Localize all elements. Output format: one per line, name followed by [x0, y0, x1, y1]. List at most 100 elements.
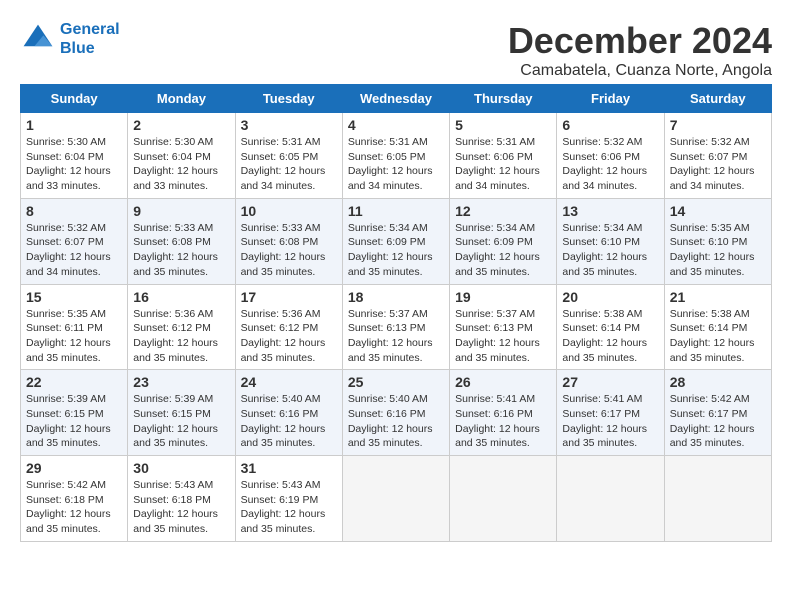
daylight-label: Daylight: 12 hours and 35 minutes.	[670, 251, 755, 278]
calendar-cell: 5 Sunrise: 5:31 AM Sunset: 6:06 PM Dayli…	[450, 113, 557, 199]
sunrise-label: Sunrise: 5:32 AM	[670, 136, 750, 148]
sunrise-label: Sunrise: 5:40 AM	[348, 393, 428, 405]
day-info: Sunrise: 5:32 AM Sunset: 6:06 PM Dayligh…	[562, 135, 658, 194]
sunset-label: Sunset: 6:16 PM	[348, 408, 426, 420]
sunset-label: Sunset: 6:14 PM	[670, 322, 748, 334]
calendar-cell: 27 Sunrise: 5:41 AM Sunset: 6:17 PM Dayl…	[557, 370, 664, 456]
day-number: 5	[455, 117, 551, 133]
day-info: Sunrise: 5:40 AM Sunset: 6:16 PM Dayligh…	[241, 392, 337, 451]
sunset-label: Sunset: 6:08 PM	[241, 236, 319, 248]
sunrise-label: Sunrise: 5:33 AM	[133, 222, 213, 234]
day-info: Sunrise: 5:43 AM Sunset: 6:19 PM Dayligh…	[241, 478, 337, 537]
calendar-cell	[557, 456, 664, 542]
day-info: Sunrise: 5:33 AM Sunset: 6:08 PM Dayligh…	[241, 221, 337, 280]
sunrise-label: Sunrise: 5:33 AM	[241, 222, 321, 234]
logo-text: General Blue	[60, 20, 120, 58]
day-number: 15	[26, 289, 122, 305]
sunrise-label: Sunrise: 5:37 AM	[348, 308, 428, 320]
calendar-cell: 17 Sunrise: 5:36 AM Sunset: 6:12 PM Dayl…	[235, 284, 342, 370]
day-info: Sunrise: 5:37 AM Sunset: 6:13 PM Dayligh…	[348, 307, 444, 366]
calendar-week-5: 29 Sunrise: 5:42 AM Sunset: 6:18 PM Dayl…	[21, 456, 772, 542]
day-info: Sunrise: 5:39 AM Sunset: 6:15 PM Dayligh…	[133, 392, 229, 451]
day-number: 21	[670, 289, 766, 305]
daylight-label: Daylight: 12 hours and 35 minutes.	[133, 337, 218, 364]
sunset-label: Sunset: 6:12 PM	[241, 322, 319, 334]
day-info: Sunrise: 5:32 AM Sunset: 6:07 PM Dayligh…	[26, 221, 122, 280]
day-number: 14	[670, 203, 766, 219]
day-number: 7	[670, 117, 766, 133]
day-number: 25	[348, 374, 444, 390]
title-section: December 2024 Camabatela, Cuanza Norte, …	[508, 20, 772, 80]
sunset-label: Sunset: 6:04 PM	[133, 151, 211, 163]
sunrise-label: Sunrise: 5:30 AM	[26, 136, 106, 148]
daylight-label: Daylight: 12 hours and 35 minutes.	[26, 423, 111, 450]
sunset-label: Sunset: 6:06 PM	[455, 151, 533, 163]
day-info: Sunrise: 5:43 AM Sunset: 6:18 PM Dayligh…	[133, 478, 229, 537]
day-info: Sunrise: 5:35 AM Sunset: 6:10 PM Dayligh…	[670, 221, 766, 280]
sunrise-label: Sunrise: 5:32 AM	[26, 222, 106, 234]
logo-icon	[20, 21, 56, 57]
daylight-label: Daylight: 12 hours and 35 minutes.	[455, 251, 540, 278]
sunrise-label: Sunrise: 5:43 AM	[241, 479, 321, 491]
day-number: 6	[562, 117, 658, 133]
daylight-label: Daylight: 12 hours and 35 minutes.	[241, 337, 326, 364]
calendar-cell: 4 Sunrise: 5:31 AM Sunset: 6:05 PM Dayli…	[342, 113, 449, 199]
daylight-label: Daylight: 12 hours and 35 minutes.	[348, 251, 433, 278]
day-number: 10	[241, 203, 337, 219]
daylight-label: Daylight: 12 hours and 33 minutes.	[133, 165, 218, 192]
sunrise-label: Sunrise: 5:38 AM	[562, 308, 642, 320]
day-info: Sunrise: 5:31 AM Sunset: 6:06 PM Dayligh…	[455, 135, 551, 194]
calendar-cell: 25 Sunrise: 5:40 AM Sunset: 6:16 PM Dayl…	[342, 370, 449, 456]
daylight-label: Daylight: 12 hours and 35 minutes.	[133, 423, 218, 450]
daylight-label: Daylight: 12 hours and 35 minutes.	[241, 508, 326, 535]
day-number: 30	[133, 460, 229, 476]
calendar-cell: 21 Sunrise: 5:38 AM Sunset: 6:14 PM Dayl…	[664, 284, 771, 370]
daylight-label: Daylight: 12 hours and 34 minutes.	[455, 165, 540, 192]
sunrise-label: Sunrise: 5:32 AM	[562, 136, 642, 148]
calendar-cell: 9 Sunrise: 5:33 AM Sunset: 6:08 PM Dayli…	[128, 198, 235, 284]
day-number: 4	[348, 117, 444, 133]
calendar-cell: 29 Sunrise: 5:42 AM Sunset: 6:18 PM Dayl…	[21, 456, 128, 542]
daylight-label: Daylight: 12 hours and 35 minutes.	[241, 423, 326, 450]
calendar-cell: 20 Sunrise: 5:38 AM Sunset: 6:14 PM Dayl…	[557, 284, 664, 370]
day-info: Sunrise: 5:30 AM Sunset: 6:04 PM Dayligh…	[26, 135, 122, 194]
calendar-cell: 31 Sunrise: 5:43 AM Sunset: 6:19 PM Dayl…	[235, 456, 342, 542]
header-friday: Friday	[557, 85, 664, 113]
sunrise-label: Sunrise: 5:31 AM	[241, 136, 321, 148]
sunrise-label: Sunrise: 5:39 AM	[26, 393, 106, 405]
calendar-week-1: 1 Sunrise: 5:30 AM Sunset: 6:04 PM Dayli…	[21, 113, 772, 199]
sunset-label: Sunset: 6:05 PM	[241, 151, 319, 163]
day-info: Sunrise: 5:38 AM Sunset: 6:14 PM Dayligh…	[562, 307, 658, 366]
day-info: Sunrise: 5:40 AM Sunset: 6:16 PM Dayligh…	[348, 392, 444, 451]
sunset-label: Sunset: 6:09 PM	[455, 236, 533, 248]
calendar-cell: 26 Sunrise: 5:41 AM Sunset: 6:16 PM Dayl…	[450, 370, 557, 456]
day-number: 2	[133, 117, 229, 133]
day-number: 3	[241, 117, 337, 133]
daylight-label: Daylight: 12 hours and 35 minutes.	[133, 251, 218, 278]
day-number: 17	[241, 289, 337, 305]
day-number: 11	[348, 203, 444, 219]
calendar-cell: 3 Sunrise: 5:31 AM Sunset: 6:05 PM Dayli…	[235, 113, 342, 199]
sunrise-label: Sunrise: 5:31 AM	[348, 136, 428, 148]
sunrise-label: Sunrise: 5:34 AM	[562, 222, 642, 234]
day-number: 24	[241, 374, 337, 390]
calendar-cell: 2 Sunrise: 5:30 AM Sunset: 6:04 PM Dayli…	[128, 113, 235, 199]
sunrise-label: Sunrise: 5:37 AM	[455, 308, 535, 320]
sunset-label: Sunset: 6:11 PM	[26, 322, 103, 334]
day-number: 31	[241, 460, 337, 476]
calendar-cell	[664, 456, 771, 542]
day-number: 16	[133, 289, 229, 305]
daylight-label: Daylight: 12 hours and 33 minutes.	[26, 165, 111, 192]
day-info: Sunrise: 5:30 AM Sunset: 6:04 PM Dayligh…	[133, 135, 229, 194]
calendar-cell: 28 Sunrise: 5:42 AM Sunset: 6:17 PM Dayl…	[664, 370, 771, 456]
daylight-label: Daylight: 12 hours and 35 minutes.	[562, 423, 647, 450]
day-info: Sunrise: 5:32 AM Sunset: 6:07 PM Dayligh…	[670, 135, 766, 194]
day-info: Sunrise: 5:42 AM Sunset: 6:18 PM Dayligh…	[26, 478, 122, 537]
daylight-label: Daylight: 12 hours and 35 minutes.	[670, 337, 755, 364]
sunrise-label: Sunrise: 5:35 AM	[26, 308, 106, 320]
day-number: 13	[562, 203, 658, 219]
day-info: Sunrise: 5:34 AM Sunset: 6:09 PM Dayligh…	[455, 221, 551, 280]
sunset-label: Sunset: 6:07 PM	[26, 236, 104, 248]
sunset-label: Sunset: 6:06 PM	[562, 151, 640, 163]
sunset-label: Sunset: 6:10 PM	[562, 236, 640, 248]
